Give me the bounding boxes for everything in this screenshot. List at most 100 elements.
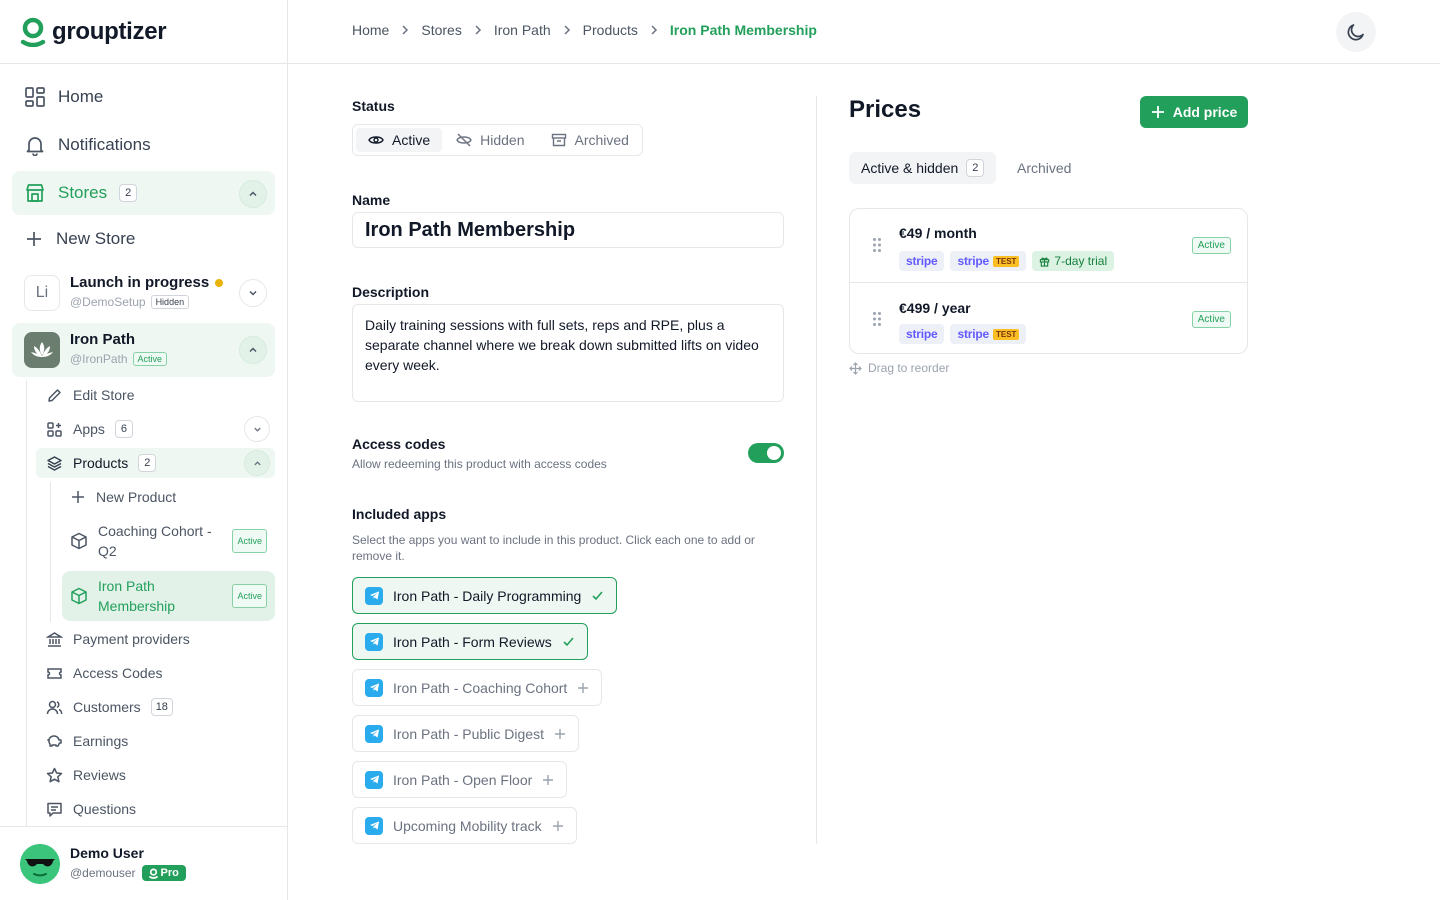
breadcrumb-stores[interactable]: Stores bbox=[421, 22, 461, 38]
status-option-active[interactable]: Active bbox=[356, 128, 443, 152]
new-store-label: New Store bbox=[56, 229, 136, 248]
stores-collapse-button[interactable] bbox=[239, 180, 267, 208]
chevron-down-icon bbox=[249, 290, 257, 296]
price-list: €49 / month stripe stripe TEST 7-day tri… bbox=[849, 208, 1248, 354]
store-handle-row: @DemoSetup Hidden bbox=[70, 295, 190, 309]
nav-notifications[interactable]: Notifications bbox=[12, 123, 275, 167]
product-item-selected[interactable]: Iron Path Membership Active bbox=[62, 571, 275, 621]
grouptizer-logo-icon bbox=[148, 867, 158, 879]
ticket-icon bbox=[47, 667, 62, 679]
status-option-hidden[interactable]: Hidden bbox=[444, 128, 536, 152]
price-row[interactable]: €49 / month stripe stripe TEST 7-day tri… bbox=[850, 209, 1247, 282]
products-collapse-button[interactable] bbox=[244, 450, 270, 476]
test-badge: TEST bbox=[992, 255, 1020, 267]
chevron-right-icon bbox=[402, 25, 409, 35]
app-chip[interactable]: Upcoming Mobility track bbox=[352, 807, 577, 844]
name-input[interactable]: Iron Path Membership bbox=[352, 212, 784, 248]
drag-handle-icon[interactable] bbox=[872, 237, 882, 253]
plus-icon bbox=[72, 491, 84, 503]
logo[interactable]: grouptizer bbox=[0, 0, 287, 64]
tab-active-hidden[interactable]: Active & hidden 2 bbox=[849, 152, 997, 184]
telegram-icon bbox=[365, 724, 383, 743]
chevron-up-icon bbox=[253, 460, 261, 465]
status-badge: Hidden bbox=[150, 295, 190, 309]
status-badge: Active bbox=[232, 529, 267, 553]
prices-title: Prices bbox=[849, 96, 922, 123]
new-product-label: New Product bbox=[96, 489, 177, 505]
lotus-icon bbox=[31, 342, 53, 357]
questions-link[interactable]: Questions bbox=[36, 794, 136, 824]
pro-label: Pro bbox=[160, 867, 179, 879]
pro-badge: Pro bbox=[141, 865, 186, 881]
stores-count-badge: 2 bbox=[119, 184, 138, 202]
nav-stores[interactable]: Stores 2 bbox=[12, 171, 275, 215]
plus-icon bbox=[552, 820, 563, 831]
store-handle: @DemoSetup bbox=[70, 295, 146, 309]
breadcrumb-products[interactable]: Products bbox=[583, 22, 638, 38]
earnings-label: Earnings bbox=[73, 733, 129, 749]
app-chip-label: Upcoming Mobility track bbox=[393, 817, 542, 834]
price-row[interactable]: €499 / year stripe stripe TEST Active bbox=[850, 282, 1247, 355]
breadcrumb-current: Iron Path Membership bbox=[669, 22, 817, 38]
app-chip[interactable]: Iron Path - Public Digest bbox=[352, 715, 579, 752]
user-name: Demo User bbox=[70, 845, 144, 861]
nav-stores-label: Stores bbox=[58, 183, 108, 202]
store-expand-button[interactable] bbox=[239, 279, 267, 307]
products-link[interactable]: Products 2 bbox=[36, 448, 275, 478]
app-chip[interactable]: Iron Path - Form Reviews bbox=[352, 623, 588, 660]
status-badge: Active bbox=[1191, 311, 1231, 328]
reviews-link[interactable]: Reviews bbox=[36, 760, 126, 790]
breadcrumb-store[interactable]: Iron Path bbox=[494, 22, 551, 38]
stripe-tag: stripe bbox=[899, 324, 945, 344]
apps-expand-button[interactable] bbox=[244, 416, 270, 442]
app-chip[interactable]: Iron Path - Coaching Cohort bbox=[352, 669, 603, 706]
product-name: Coaching Cohort - Q2 bbox=[98, 523, 212, 559]
new-store-button[interactable]: New Store bbox=[12, 217, 275, 261]
tab-label: Active & hidden bbox=[861, 160, 959, 176]
breadcrumb-home[interactable]: Home bbox=[352, 22, 389, 38]
drag-handle-icon[interactable] bbox=[872, 311, 882, 327]
telegram-icon bbox=[365, 586, 383, 605]
access-codes-label: Access Codes bbox=[73, 665, 163, 681]
tab-count-badge: 2 bbox=[966, 159, 985, 177]
apps-link[interactable]: Apps 6 bbox=[36, 414, 133, 444]
customers-link[interactable]: Customers 18 bbox=[36, 692, 173, 722]
apps-count-badge: 6 bbox=[114, 420, 133, 438]
app-chip[interactable]: Iron Path - Open Floor bbox=[352, 761, 568, 798]
access-codes-toggle[interactable] bbox=[748, 443, 784, 463]
customers-label: Customers bbox=[73, 699, 141, 715]
brand-name: grouptizer bbox=[52, 17, 167, 45]
price-tags: stripe stripe TEST bbox=[899, 324, 1027, 344]
new-product-link[interactable]: New Product bbox=[62, 482, 275, 512]
theme-toggle-button[interactable] bbox=[1336, 12, 1376, 52]
add-price-button[interactable]: Add price bbox=[1140, 96, 1248, 128]
tab-archived[interactable]: Archived bbox=[1005, 152, 1083, 184]
store-name: Launch in progress bbox=[70, 274, 210, 291]
app-chip-label: Iron Path - Form Reviews bbox=[393, 633, 552, 650]
nav-home[interactable]: Home bbox=[12, 75, 275, 119]
tree-line bbox=[26, 380, 27, 826]
check-icon bbox=[563, 637, 574, 647]
product-item[interactable]: Coaching Cohort - Q2 Active bbox=[62, 518, 275, 564]
access-codes-link[interactable]: Access Codes bbox=[36, 658, 162, 688]
description-textarea[interactable]: Daily training sessions with full sets, … bbox=[352, 304, 784, 402]
customers-count-badge: 18 bbox=[150, 698, 173, 716]
status-option-archived[interactable]: Archived bbox=[539, 128, 641, 152]
app-chip-label: Iron Path - Daily Programming bbox=[393, 587, 582, 604]
app-chip[interactable]: Iron Path - Daily Programming bbox=[352, 577, 618, 614]
edit-store-link[interactable]: Edit Store bbox=[36, 380, 134, 410]
store-launch-in-progress[interactable]: Li Launch in progress @DemoSetup Hidden bbox=[12, 266, 275, 320]
store-iron-path[interactable]: Iron Path @IronPath Active bbox=[12, 323, 275, 377]
store-collapse-button[interactable] bbox=[239, 336, 267, 364]
moon-icon bbox=[1347, 24, 1364, 41]
eye-icon bbox=[368, 136, 384, 144]
user-profile[interactable]: Demo User @demouser Pro bbox=[0, 826, 288, 900]
sidebar: grouptizer Home Notifications Stores 2 N… bbox=[0, 0, 288, 900]
price-tags: stripe stripe TEST 7-day trial bbox=[899, 251, 1115, 271]
breadcrumb: Home Stores Iron Path Products Iron Path… bbox=[352, 22, 817, 38]
payment-providers-link[interactable]: Payment providers bbox=[36, 624, 190, 654]
status-segmented-control: Active Hidden Archived bbox=[352, 124, 643, 156]
drag-hint: Drag to reorder bbox=[849, 361, 949, 375]
sunglasses-avatar-icon bbox=[20, 844, 60, 884]
earnings-link[interactable]: Earnings bbox=[36, 726, 128, 756]
